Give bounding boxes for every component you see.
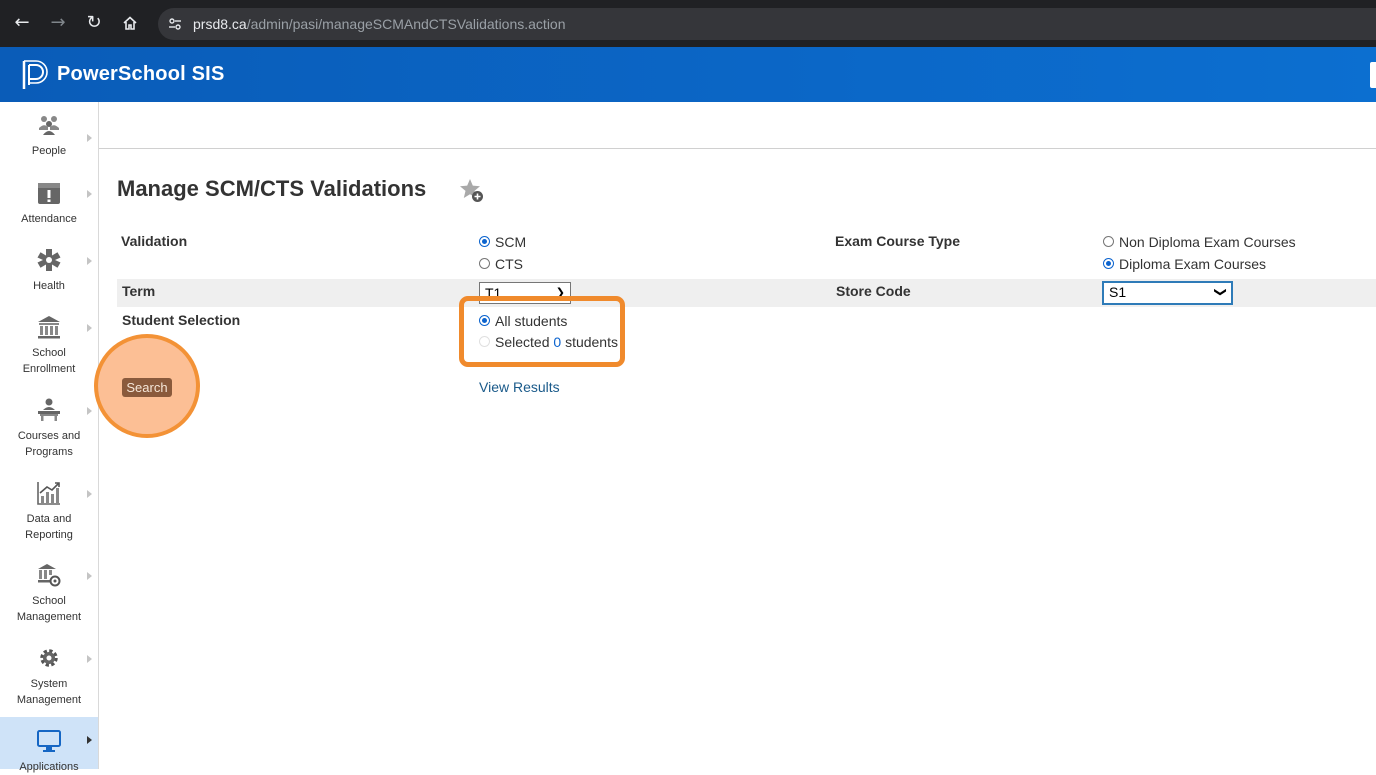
url-text[interactable]: prsd8.ca/admin/pasi/manageSCMAndCTSValid… xyxy=(193,16,566,32)
app-header: PowerSchool SIS xyxy=(0,47,1376,102)
option-label: SCM xyxy=(495,234,527,250)
school-management-icon xyxy=(38,564,61,587)
sidebar-item-label: People xyxy=(31,145,67,157)
store-code-select[interactable]: S1 ❯ xyxy=(1102,281,1233,305)
search-button[interactable]: Search xyxy=(122,378,172,397)
label-line-1: Data and xyxy=(26,513,72,525)
label-line-2: Management xyxy=(16,694,82,706)
term-label: Term xyxy=(122,283,156,299)
url-path: /admin/pasi/manageSCMAndCTSValidations.a… xyxy=(246,16,566,32)
caret-right-icon xyxy=(87,490,92,498)
label-line-2: Management xyxy=(16,611,82,623)
forward-icon[interactable]: → xyxy=(47,12,69,34)
exam-option-diploma[interactable]: Diploma Exam Courses xyxy=(1103,255,1266,273)
option-label: Diploma Exam Courses xyxy=(1119,256,1267,272)
back-icon[interactable]: ← xyxy=(11,12,33,34)
caret-right-icon xyxy=(87,736,92,744)
label-line-2: Reporting xyxy=(25,529,73,541)
caret-right-icon xyxy=(87,407,92,415)
label-line-1: Courses and xyxy=(17,430,81,442)
annotation-highlight-box xyxy=(459,296,625,367)
sidebar-item-school-enrollment[interactable]: School Enrollment xyxy=(0,314,98,386)
page-title: Manage SCM/CTS Validations xyxy=(117,176,427,201)
label-line-1: System xyxy=(30,678,68,690)
validation-option-scm[interactable]: SCM xyxy=(479,233,526,251)
sidebar-item-label: Courses and Programs xyxy=(0,428,98,460)
caret-right-icon xyxy=(87,190,92,198)
add-favorite-icon[interactable] xyxy=(458,177,486,205)
caret-right-icon xyxy=(87,572,92,580)
attendance-icon xyxy=(38,183,60,204)
caret-right-icon xyxy=(87,324,92,332)
sidebar-item-label: Data and Reporting xyxy=(0,511,98,543)
sidebar-item-people[interactable]: People xyxy=(0,112,98,174)
caret-right-icon xyxy=(87,655,92,663)
validation-option-cts[interactable]: CTS xyxy=(479,255,523,273)
sidebar-item-attendance[interactable]: Attendance xyxy=(0,180,98,242)
address-bar[interactable]: prsd8.ca/admin/pasi/manageSCMAndCTSValid… xyxy=(158,8,1376,40)
validation-label: Validation xyxy=(121,233,188,249)
chart-icon xyxy=(37,482,60,505)
header-panel-edge[interactable] xyxy=(1370,62,1376,88)
sidebar-item-label: Applications xyxy=(19,761,79,773)
url-host: prsd8.ca xyxy=(193,16,247,32)
sidebar-item-label: System Management xyxy=(0,676,98,708)
sidebar-item-school-management[interactable]: School Management xyxy=(0,562,98,634)
radio-button[interactable] xyxy=(1103,235,1114,247)
sidebar-item-system-management[interactable]: System Management xyxy=(0,645,98,717)
gear-icon xyxy=(40,649,58,667)
reload-icon[interactable]: ↻ xyxy=(83,12,105,34)
student-selection-label: Student Selection xyxy=(122,312,241,328)
app-title: PowerSchool SIS xyxy=(57,63,225,85)
label-line-2: Enrollment xyxy=(22,363,76,375)
label-line-2: Programs xyxy=(25,446,73,458)
health-icon xyxy=(37,249,61,271)
powerschool-logo-icon xyxy=(22,60,48,89)
sidebar-item-label: Attendance xyxy=(21,213,77,225)
radio-button-checked[interactable] xyxy=(1103,257,1114,269)
option-label: Non Diploma Exam Courses xyxy=(1119,234,1296,250)
caret-right-icon xyxy=(87,134,92,142)
radio-button[interactable] xyxy=(479,257,490,269)
school-enrollment-icon xyxy=(38,316,60,339)
option-label: CTS xyxy=(495,256,523,272)
view-results-link[interactable]: View Results xyxy=(479,379,560,395)
home-icon[interactable] xyxy=(119,12,141,34)
sidebar-item-data-and-reporting[interactable]: Data and Reporting xyxy=(0,480,98,552)
sidebar-item-label: Health xyxy=(33,280,65,292)
chevron-down-icon: ❯ xyxy=(1213,286,1228,298)
people-icon xyxy=(39,116,59,135)
exam-option-non-diploma[interactable]: Non Diploma Exam Courses xyxy=(1103,233,1296,251)
label-line-1: School xyxy=(32,595,66,607)
site-settings-icon[interactable] xyxy=(166,15,184,33)
radio-button-checked[interactable] xyxy=(479,235,490,247)
sidebar-item-health[interactable]: Health xyxy=(0,247,98,309)
label-line-1: School xyxy=(32,347,66,359)
caret-right-icon xyxy=(87,257,92,265)
browser-toolbar: ← → ↻ prsd8.ca/admin/pasi/manageSCMAndCT… xyxy=(0,0,1376,47)
sidebar-item-applications[interactable]: Applications xyxy=(0,717,98,773)
sidebar-item-label: School Management xyxy=(0,593,98,625)
store-code-label: Store Code xyxy=(836,283,911,299)
sidebar-item-label: School Enrollment xyxy=(0,345,98,377)
store-code-select-value: S1 xyxy=(1109,284,1127,300)
sidebar: People Attendance Health School Enrollmen… xyxy=(0,102,99,773)
monitor-icon xyxy=(37,730,61,752)
content-top-strip xyxy=(99,102,1376,149)
courses-icon xyxy=(38,398,60,421)
sidebar-item-courses-and-programs[interactable]: Courses and Programs xyxy=(0,397,98,469)
exam-course-type-label: Exam Course Type xyxy=(835,233,961,249)
